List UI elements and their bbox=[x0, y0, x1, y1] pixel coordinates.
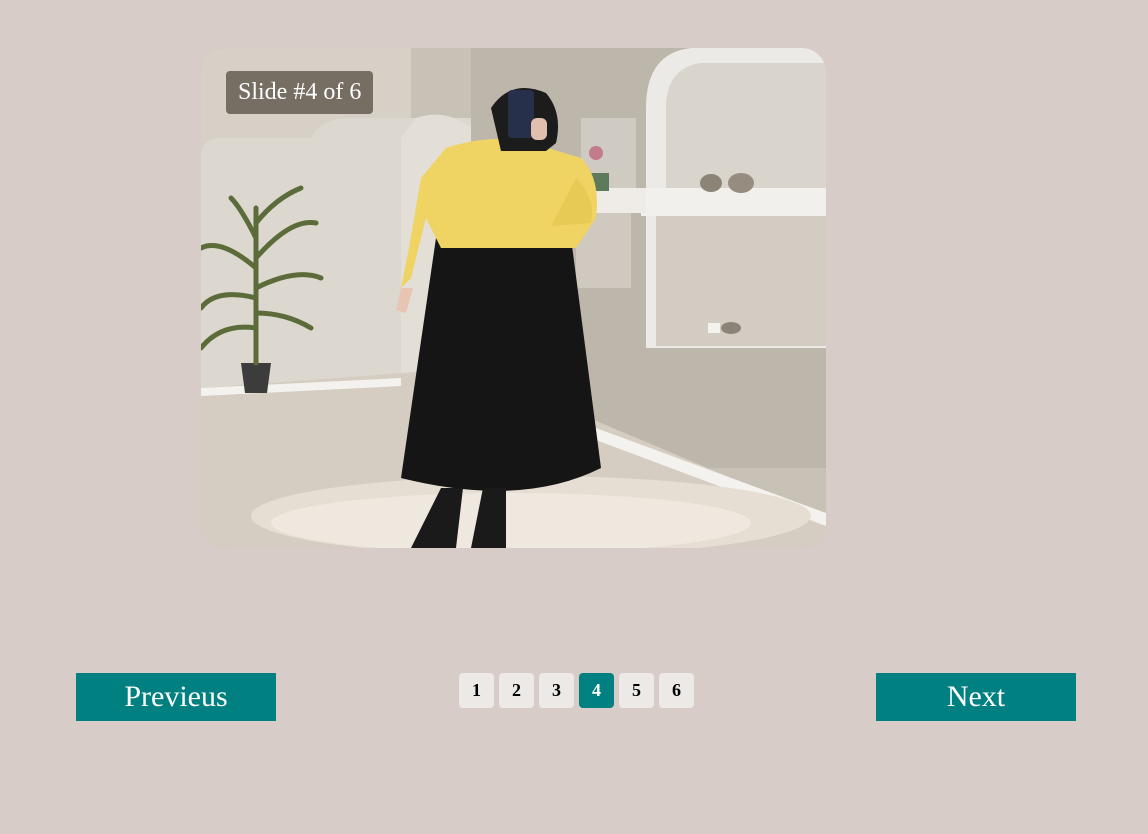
page-button-3[interactable]: 3 bbox=[539, 673, 574, 708]
slide-counter: Slide #4 of 6 bbox=[226, 71, 374, 114]
next-button[interactable]: Next bbox=[876, 673, 1076, 721]
slide-image bbox=[201, 48, 826, 548]
slideshow-frame: Slide #4 of 6 bbox=[201, 48, 826, 548]
page-button-6[interactable]: 6 bbox=[659, 673, 694, 708]
page-button-2[interactable]: 2 bbox=[499, 673, 534, 708]
page-button-4[interactable]: 4 bbox=[579, 673, 614, 708]
previous-button[interactable]: Previeus bbox=[76, 673, 276, 721]
page-button-5[interactable]: 5 bbox=[619, 673, 654, 708]
pagination: 1 2 3 4 5 6 bbox=[459, 673, 694, 708]
page-button-1[interactable]: 1 bbox=[459, 673, 494, 708]
